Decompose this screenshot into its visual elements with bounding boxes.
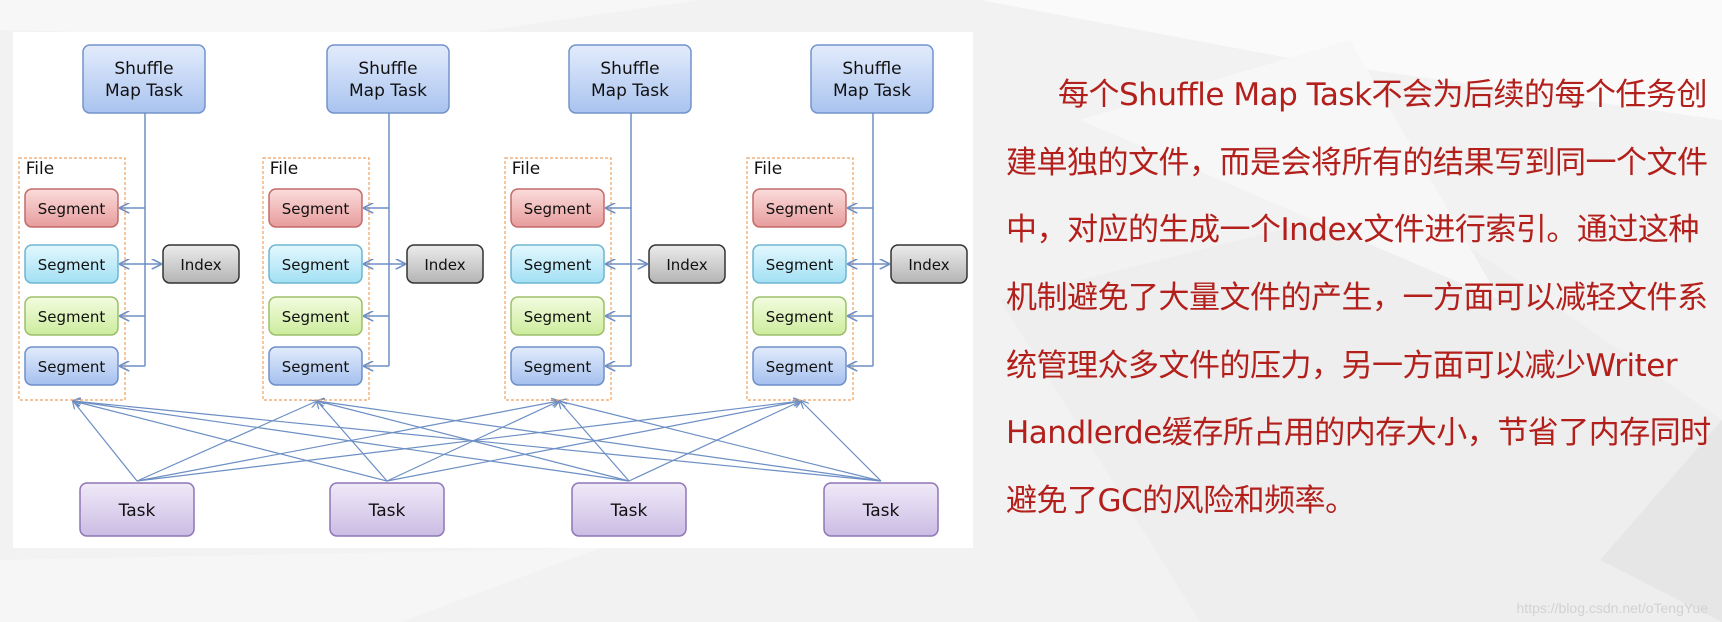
shuffle-column: ShuffleMap Task File Segment Segment Segment… bbox=[18, 44, 240, 401]
description-paragraph: 每个Shuffle Map Task不会为后续的每个任务创 建单独的文件，而是会… bbox=[1006, 62, 1711, 536]
shuffle-map-task-box bbox=[82, 44, 206, 114]
task-to-file-arrow bbox=[73, 401, 882, 482]
task-node: Task bbox=[79, 482, 195, 537]
segment-label: Segment bbox=[524, 200, 592, 218]
task-node: Task bbox=[571, 482, 687, 537]
description-line: 统管理众多文件的压力，另一方面可以减少Writer bbox=[1006, 347, 1678, 384]
task-to-file-arrow bbox=[628, 401, 801, 482]
segment-label: Segment bbox=[524, 358, 592, 376]
shuffle-map-task-label: Shuffle bbox=[358, 59, 417, 79]
task-to-file-arrow bbox=[136, 401, 801, 482]
diagram-panel: Shuffle Map Task File Segment Segment Segment… bbox=[13, 32, 973, 548]
segment-label: Segment bbox=[282, 308, 350, 326]
segment-label: Segment bbox=[38, 308, 106, 326]
segment-label: Segment bbox=[282, 256, 350, 274]
description-line: 避免了GC的风险和频率。 bbox=[1006, 483, 1356, 520]
segment-label: Segment bbox=[38, 358, 106, 376]
index-label: Index bbox=[666, 256, 707, 274]
task-to-file-arrow bbox=[801, 401, 882, 482]
segment-label: Segment bbox=[524, 308, 592, 326]
segment-label: Segment bbox=[524, 256, 592, 274]
task-to-file-arrow bbox=[317, 401, 882, 482]
index-label: Index bbox=[180, 256, 221, 274]
shuffle-map-task-box bbox=[810, 44, 934, 114]
watermark: https://blog.csdn.net/oTengYue bbox=[1516, 600, 1708, 616]
task-node: Task bbox=[329, 482, 445, 537]
segment-label: Segment bbox=[282, 358, 350, 376]
task-label: Task bbox=[368, 501, 406, 521]
task-node: Task bbox=[823, 482, 939, 537]
file-label: File bbox=[754, 159, 782, 179]
task-to-file-arrow bbox=[73, 401, 388, 482]
index-label: Index bbox=[424, 256, 465, 274]
description-line: Handlerde缓存所占用的内存大小，节省了内存同时 bbox=[1006, 415, 1711, 452]
segment-label: Segment bbox=[38, 256, 106, 274]
task-label: Task bbox=[610, 501, 648, 521]
shuffle-map-task-box bbox=[326, 44, 450, 114]
description-line: 建单独的文件，而是会将所有的结果写到同一个文件 bbox=[1006, 144, 1708, 181]
task-to-file-arrow bbox=[559, 401, 630, 482]
file-label: File bbox=[26, 159, 54, 179]
description-line: 中，对应的生成一个Index文件进行索引。通过这种 bbox=[1006, 212, 1699, 249]
shuffle-column: ShuffleMap Task File Segment Segment Segment… bbox=[504, 44, 726, 401]
shuffle-map-task-box bbox=[568, 44, 692, 114]
task-label: Task bbox=[862, 501, 900, 521]
segment-label: Segment bbox=[282, 200, 350, 218]
task-to-file-arrow bbox=[73, 401, 630, 482]
task-to-file-arrow bbox=[559, 401, 882, 482]
task-to-file-arrow bbox=[136, 401, 317, 482]
task-to-file-arrow bbox=[73, 401, 138, 482]
shuffle-map-task-label: Map Task bbox=[833, 81, 911, 101]
description-line: 每个Shuffle Map Task不会为后续的每个任务创 bbox=[1058, 77, 1708, 113]
shuffle-column: ShuffleMap Task File Segment Segment Segment… bbox=[262, 44, 484, 401]
shuffle-map-task-label: Shuffle bbox=[600, 59, 659, 79]
file-label: File bbox=[270, 159, 298, 179]
shuffle-map-task-label: Map Task bbox=[591, 81, 669, 101]
segment-label: Segment bbox=[766, 256, 834, 274]
shuffle-diagram: ShuffleMap TaskFileSegmentSegmentSegment… bbox=[18, 44, 968, 537]
segment-label: Segment bbox=[766, 358, 834, 376]
description-line: 机制避免了大量文件的产生，一方面可以减轻文件系 bbox=[1006, 280, 1708, 317]
shuffle-map-task-label: Shuffle bbox=[114, 59, 173, 79]
task-label: Task bbox=[118, 501, 156, 521]
segment-label: Segment bbox=[38, 200, 106, 218]
file-label: File bbox=[512, 159, 540, 179]
shuffle-map-task-label: Map Task bbox=[105, 81, 183, 101]
shuffle-column: ShuffleMap Task File Segment Segment Segment… bbox=[746, 44, 968, 401]
shuffle-map-task-label: Shuffle bbox=[842, 59, 901, 79]
index-label: Index bbox=[908, 256, 949, 274]
segment-label: Segment bbox=[766, 308, 834, 326]
segment-label: Segment bbox=[766, 200, 834, 218]
shuffle-map-task-label: Map Task bbox=[349, 81, 427, 101]
